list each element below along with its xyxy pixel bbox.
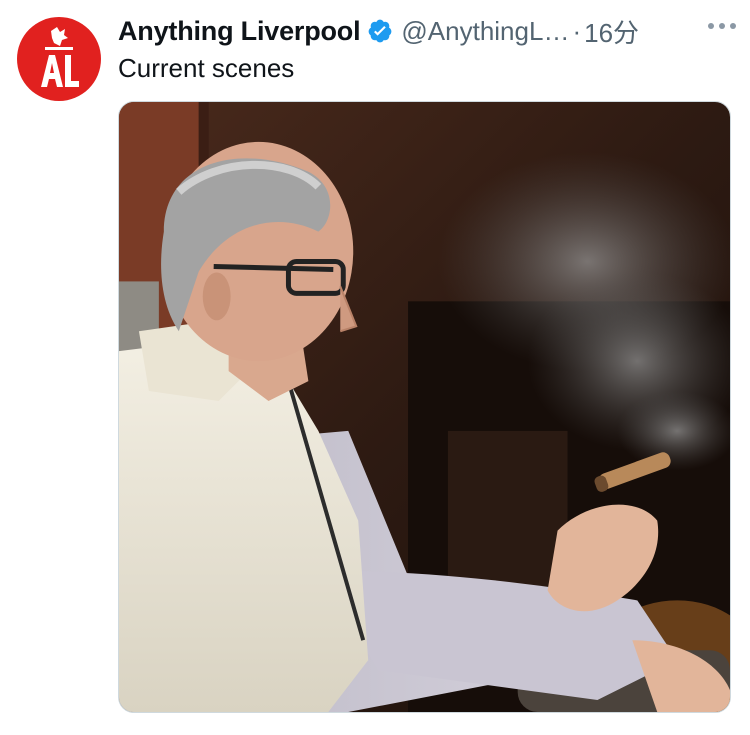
author-handle[interactable]: @AnythingL… bbox=[401, 16, 569, 47]
author-avatar[interactable] bbox=[17, 17, 101, 101]
more-options-button[interactable] bbox=[704, 12, 740, 40]
photo-image bbox=[119, 102, 730, 712]
liverbird-logo-icon bbox=[41, 27, 79, 87]
tweet-photo[interactable] bbox=[118, 101, 731, 713]
tweet-header: Anything Liverpool @AnythingL… · 16分 bbox=[118, 13, 738, 49]
separator-dot: · bbox=[572, 15, 582, 46]
more-options-icon bbox=[708, 23, 736, 29]
tweet-text: Current scenes bbox=[118, 53, 295, 83]
tweet-timestamp[interactable]: 16分 bbox=[584, 13, 639, 50]
author-name[interactable]: Anything Liverpool bbox=[118, 16, 361, 47]
verified-badge-icon bbox=[369, 19, 392, 43]
